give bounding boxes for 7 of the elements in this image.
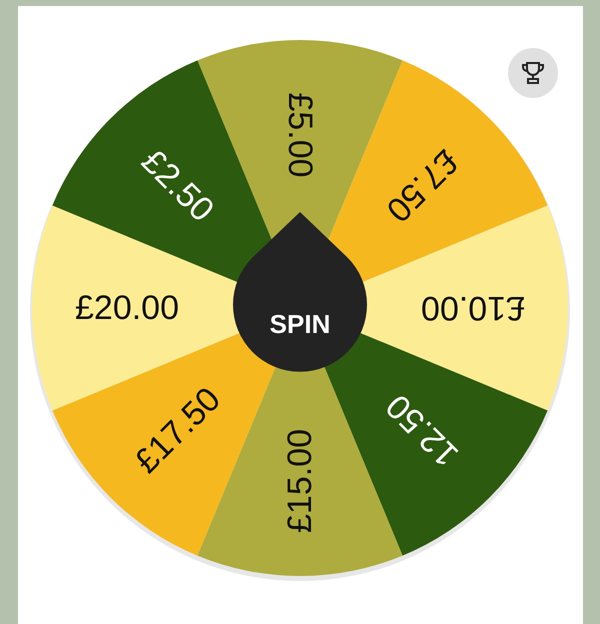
prize-label: £5.00 (281, 92, 319, 178)
prize-label: £10.00 (421, 289, 525, 327)
trophy-icon (522, 61, 544, 85)
prize-label: £15.00 (281, 429, 319, 533)
trophy-button[interactable] (508, 48, 558, 98)
spin-button[interactable]: SPIN (233, 212, 367, 377)
prize-label: £20.00 (75, 289, 179, 327)
